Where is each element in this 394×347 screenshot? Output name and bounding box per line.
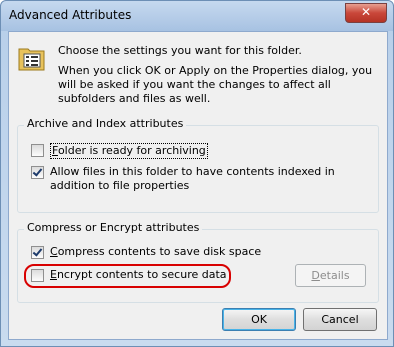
details-button[interactable]: Details xyxy=(295,264,366,287)
intro-description: When you click OK or Apply on the Proper… xyxy=(58,64,373,105)
cancel-button[interactable]: Cancel xyxy=(303,308,377,331)
close-icon: ✕ xyxy=(360,5,372,19)
folder-archiving-checkbox[interactable] xyxy=(31,144,44,157)
dialog-window: Advanced Attributes ✕ Choose the setting… xyxy=(0,0,394,347)
encrypt-highlight-annotation xyxy=(24,264,231,288)
compress-label: Compress contents to save disk space xyxy=(50,245,262,258)
compress-checkbox[interactable] xyxy=(31,246,44,259)
close-button[interactable]: ✕ xyxy=(345,3,387,23)
dialog-body: Choose the settings you want for this fo… xyxy=(8,31,388,340)
allow-index-label: Allow files in this folder to have conte… xyxy=(50,165,335,192)
folder-settings-icon xyxy=(18,48,45,71)
allow-index-row[interactable]: Allow files in this folder to have conte… xyxy=(31,165,371,193)
compress-encrypt-legend: Compress or Encrypt attributes xyxy=(24,221,203,234)
compress-row[interactable]: Compress contents to save disk space xyxy=(31,245,261,259)
archive-index-legend: Archive and Index attributes xyxy=(24,117,187,130)
ok-button[interactable]: OK xyxy=(222,308,296,331)
intro-heading: Choose the settings you want for this fo… xyxy=(58,44,302,57)
folder-archiving-label: Folder is ready for archiving xyxy=(50,143,208,159)
window-title: Advanced Attributes xyxy=(9,8,132,22)
allow-index-checkbox[interactable] xyxy=(31,166,44,179)
folder-archiving-row[interactable]: Folder is ready for archiving xyxy=(31,143,208,159)
